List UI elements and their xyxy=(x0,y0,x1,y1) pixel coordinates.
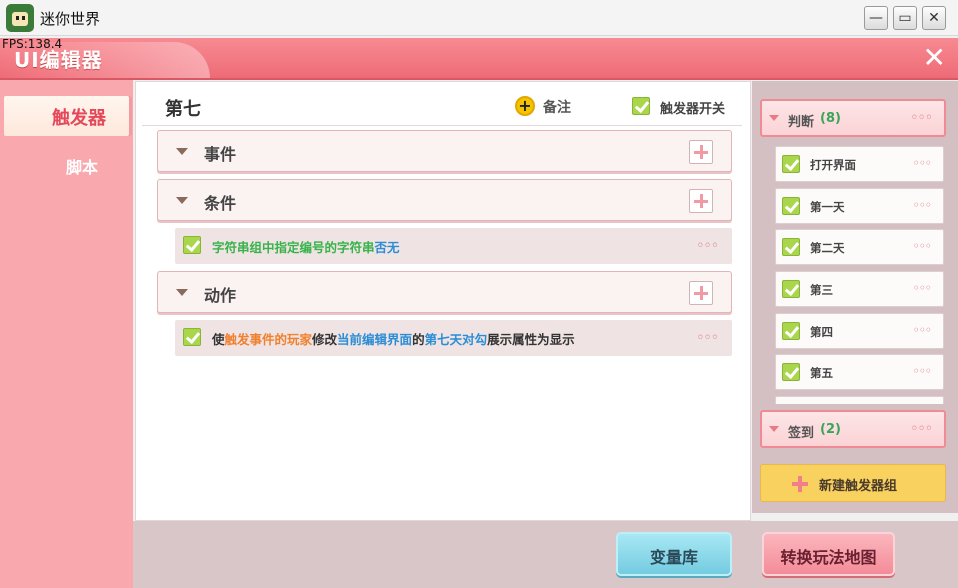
new-trigger-group-button[interactable]: 新建触发器组 xyxy=(760,464,946,502)
editor-close-icon[interactable]: ✕ xyxy=(923,44,946,72)
note-label: 备注 xyxy=(543,100,571,116)
section-title: 事件 xyxy=(204,145,237,164)
action-word: 的 xyxy=(412,332,425,347)
app-icon xyxy=(6,4,34,32)
chevron-down-icon[interactable] xyxy=(769,426,779,432)
checkbox-icon[interactable] xyxy=(183,236,201,254)
condition-value[interactable]: 否无 xyxy=(375,240,400,255)
checkbox-icon[interactable] xyxy=(632,97,650,115)
more-icon[interactable]: ◦◦◦ xyxy=(913,364,932,378)
add-condition-button[interactable] xyxy=(689,189,713,213)
chevron-down-icon[interactable] xyxy=(769,115,779,121)
add-action-button[interactable] xyxy=(689,281,713,305)
variable-library-button[interactable]: 变量库 xyxy=(616,532,732,576)
trigger-item-name: 第三 xyxy=(810,283,833,297)
group-name: 签到 xyxy=(788,426,815,441)
more-icon[interactable]: ◦◦◦ xyxy=(696,238,719,254)
more-icon[interactable]: ◦◦◦ xyxy=(913,239,932,253)
tab-label: 触发器 xyxy=(52,108,106,129)
tab-triggers[interactable]: 触发器 xyxy=(4,96,132,136)
plus-icon xyxy=(792,476,808,492)
action-row[interactable]: 使触发事件的玩家修改当前编辑界面的第七天对勾展示属性为显示 ◦◦◦ xyxy=(175,320,732,356)
group-name: 判断 xyxy=(788,115,815,130)
trigger-item[interactable]: 打开界面 ◦◦◦ xyxy=(775,146,944,182)
checkbox-icon[interactable] xyxy=(782,238,800,256)
collapse-arrow-icon[interactable] xyxy=(176,197,188,204)
trigger-item-name: 第四 xyxy=(810,325,833,339)
trigger-group-judge[interactable]: 判断 (8) ◦◦◦ xyxy=(760,99,946,137)
section-action[interactable]: 动作 xyxy=(157,271,732,313)
new-trigger-group-label: 新建触发器组 xyxy=(819,479,898,494)
condition-param[interactable]: 字符串组中指定编号的字符串 xyxy=(212,240,375,255)
condition-row[interactable]: 字符串组中指定编号的字符串否无 ◦◦◦ xyxy=(175,228,732,264)
more-icon[interactable]: ◦◦◦ xyxy=(910,421,933,437)
condition-text[interactable]: 字符串组中指定编号的字符串否无 xyxy=(212,237,400,256)
checkbox-icon[interactable] xyxy=(782,363,800,381)
section-title: 动作 xyxy=(204,286,237,305)
collapse-arrow-icon[interactable] xyxy=(176,148,188,155)
trigger-item[interactable]: 第二天 ◦◦◦ xyxy=(775,229,944,265)
section-event[interactable]: 事件 xyxy=(157,130,732,172)
minimize-button[interactable]: — xyxy=(864,6,888,30)
action-param[interactable]: 第七天对勾 xyxy=(425,332,488,347)
checkbox-icon[interactable] xyxy=(782,197,800,215)
action-word: 使 xyxy=(212,332,225,347)
maximize-button[interactable]: ▭ xyxy=(893,6,917,30)
more-icon[interactable]: ◦◦◦ xyxy=(913,156,932,170)
fps-counter: FPS:138.4 xyxy=(2,37,63,51)
trigger-item[interactable]: 第五 ◦◦◦ xyxy=(775,354,944,390)
window-close-button[interactable]: ✕ xyxy=(922,6,946,30)
action-param[interactable]: 当前编辑界面 xyxy=(337,332,412,347)
more-icon[interactable]: ◦◦◦ xyxy=(913,323,932,337)
plus-circle-icon: + xyxy=(515,96,535,116)
add-event-button[interactable] xyxy=(689,140,713,164)
collapse-arrow-icon[interactable] xyxy=(176,289,188,296)
trigger-item[interactable]: 第四 ◦◦◦ xyxy=(775,313,944,349)
more-icon[interactable]: ◦◦◦ xyxy=(913,198,932,212)
variable-library-label: 变量库 xyxy=(649,548,698,567)
trigger-item-name: 第二天 xyxy=(810,241,845,255)
action-word: 展示属性为显示 xyxy=(487,332,575,347)
trigger-switch-label: 触发器开关 xyxy=(660,102,726,117)
more-icon[interactable]: ◦◦◦ xyxy=(913,281,932,295)
window-titlebar: 迷你世界 — ▭ ✕ xyxy=(0,0,958,36)
action-param[interactable]: 触发事件的玩家 xyxy=(225,332,313,347)
trigger-item-name: 打开界面 xyxy=(810,158,856,172)
action-text[interactable]: 使触发事件的玩家修改当前编辑界面的第七天对勾展示属性为显示 xyxy=(212,329,575,348)
checkbox-icon[interactable] xyxy=(782,155,800,173)
trigger-item[interactable]: 第一天 ◦◦◦ xyxy=(775,188,944,224)
trigger-name[interactable]: 第七 xyxy=(165,95,201,121)
checkbox-icon[interactable] xyxy=(782,280,800,298)
more-icon[interactable]: ◦◦◦ xyxy=(910,110,933,126)
trigger-group-checkin[interactable]: 签到 (2) ◦◦◦ xyxy=(760,410,946,448)
checkbox-icon[interactable] xyxy=(183,328,201,346)
action-word: 修改 xyxy=(312,332,338,347)
group-count: (8) xyxy=(820,111,841,126)
group-count: (2) xyxy=(820,422,841,437)
switch-map-button[interactable]: 转换玩法地图 xyxy=(762,532,895,576)
trigger-item-name: 第一天 xyxy=(810,200,845,214)
divider xyxy=(142,125,742,126)
switch-map-label: 转换玩法地图 xyxy=(780,548,877,567)
section-condition[interactable]: 条件 xyxy=(157,179,732,221)
section-title: 条件 xyxy=(204,194,237,213)
tab-scripts[interactable]: 脚本 xyxy=(66,154,98,178)
more-icon[interactable]: ◦◦◦ xyxy=(696,330,719,346)
trigger-item[interactable]: 第三 ◦◦◦ xyxy=(775,271,944,307)
trigger-item-partial[interactable] xyxy=(775,396,944,404)
checkbox-icon[interactable] xyxy=(782,322,800,340)
trigger-item-name: 第五 xyxy=(810,366,833,380)
window-title: 迷你世界 xyxy=(40,10,101,28)
